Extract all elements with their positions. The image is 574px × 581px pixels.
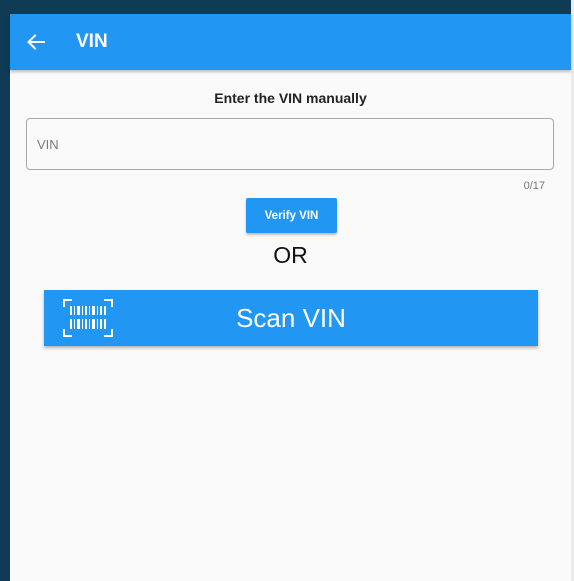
vin-input[interactable]	[37, 119, 537, 169]
page-title: VIN	[76, 31, 108, 52]
character-counter: 0/17	[523, 180, 545, 192]
manual-entry-heading: Enter the VIN manually	[214, 90, 367, 106]
device-frame: VIN Enter the VIN manually 0/17 Verify V…	[0, 0, 574, 581]
window-left-border	[0, 0, 10, 581]
main-content: Enter the VIN manually 0/17 Verify VIN O…	[10, 70, 571, 581]
app-bar: VIN	[10, 14, 571, 70]
scan-vin-label: Scan VIN	[236, 302, 346, 333]
arrow-left-icon	[27, 34, 45, 50]
back-button[interactable]	[22, 28, 50, 56]
or-separator: OR	[273, 242, 308, 268]
window-top-border	[0, 0, 574, 14]
verify-vin-button[interactable]: Verify VIN	[246, 198, 337, 233]
vin-field[interactable]	[26, 118, 554, 170]
scan-vin-button[interactable]: Scan VIN	[44, 290, 538, 346]
